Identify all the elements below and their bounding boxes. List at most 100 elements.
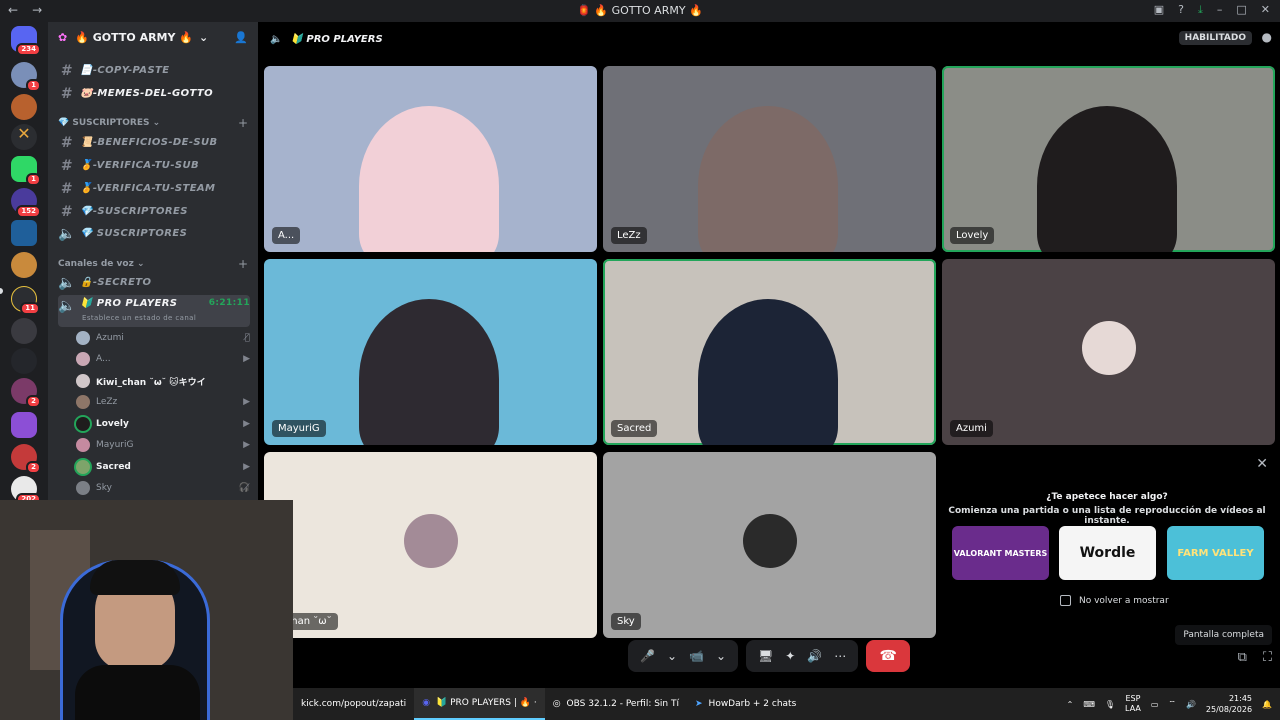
server-icon[interactable]: 1 bbox=[11, 156, 41, 186]
close-icon[interactable]: ✕ bbox=[1261, 3, 1270, 17]
voice-member[interactable]: Sacred ▶ bbox=[76, 457, 250, 477]
microphone-icon[interactable]: 🎤 bbox=[640, 649, 655, 663]
voice-pro-players[interactable]: 🔈 🔰 PRO PLAYERS 6:21:11 Establece un est… bbox=[58, 295, 250, 327]
add-voice-channel-icon[interactable]: + bbox=[238, 257, 248, 271]
keyboard-icon[interactable]: ⌨ bbox=[1083, 700, 1095, 709]
server-icon[interactable]: 202 bbox=[11, 476, 41, 506]
server-icon[interactable] bbox=[11, 348, 37, 374]
server-icon[interactable] bbox=[11, 94, 37, 120]
chevron-down-icon[interactable]: ⌄ bbox=[667, 649, 677, 663]
mic-group: 🎤 ⌄ 📹 ⌄ bbox=[628, 640, 739, 672]
volume-icon[interactable]: 🔊 bbox=[1186, 700, 1196, 709]
camera-icon: ▶ bbox=[243, 462, 250, 472]
add-member-icon[interactable]: 👤 bbox=[234, 31, 248, 44]
voice-member[interactable]: A... ▶ bbox=[76, 349, 250, 369]
chevron-down-icon[interactable]: ⌄ bbox=[716, 649, 726, 663]
server-icon[interactable]: 152 bbox=[11, 188, 41, 218]
server-icon[interactable]: 2 bbox=[11, 444, 41, 474]
server-icon[interactable]: 2 bbox=[11, 378, 41, 408]
participant-name: Lovely bbox=[950, 227, 995, 244]
notification-icon[interactable]: 🔔 bbox=[1262, 700, 1272, 709]
chat-bubble-icon[interactable]: ● bbox=[1262, 30, 1272, 44]
chevron-down-icon: ⌄ bbox=[199, 30, 209, 44]
activity-farm-valley[interactable]: FARM VALLEY bbox=[1167, 526, 1264, 580]
camera-icon[interactable]: 📹 bbox=[689, 649, 704, 663]
checkbox[interactable] bbox=[1060, 595, 1071, 606]
screen-share-icon[interactable]: 🖥 bbox=[758, 649, 773, 663]
network-icon[interactable]: ▭ bbox=[1151, 700, 1159, 709]
avatar bbox=[76, 374, 90, 388]
window-title: 🏮 🔥 GOTTO ARMY 🔥 bbox=[577, 4, 703, 17]
fullscreen-icon[interactable]: ⛶ bbox=[1263, 650, 1272, 665]
voice-secreto[interactable]: 🔈 🔒-SECRETO bbox=[58, 272, 250, 293]
video-tile[interactable]: Sky bbox=[603, 452, 936, 638]
video-tile[interactable]: Sacred bbox=[603, 259, 936, 445]
participant-name: LeZz bbox=[611, 227, 647, 244]
language-indicator[interactable]: ESP LAA bbox=[1125, 694, 1141, 714]
server-icon[interactable]: ✕ bbox=[11, 124, 37, 150]
server-icon[interactable] bbox=[11, 318, 37, 344]
video-tile[interactable]: LeZz bbox=[603, 66, 936, 252]
more-options-icon[interactable]: ⋯ bbox=[834, 649, 846, 663]
help-icon[interactable]: ? bbox=[1178, 3, 1184, 17]
popout-icon[interactable]: ⧉ bbox=[1238, 650, 1247, 665]
voice-member[interactable]: Lovely ▶ bbox=[76, 414, 250, 434]
video-tile[interactable]: i_chan ˘ω˘ bbox=[264, 452, 597, 638]
video-tile[interactable]: Azumi bbox=[942, 259, 1275, 445]
task-chat[interactable]: ➤ HowDarb + 2 chats bbox=[687, 688, 804, 720]
voice-member[interactable]: Azumi 🎙̸ bbox=[76, 328, 250, 348]
voice-member[interactable]: MayuriG ▶ bbox=[76, 435, 250, 455]
channel-status[interactable]: Establece un estado de canal bbox=[82, 314, 196, 322]
video-tile[interactable]: MayuriG bbox=[264, 259, 597, 445]
server-icon[interactable] bbox=[11, 220, 37, 246]
server-header[interactable]: ✿ 🔥 GOTTO ARMY 🔥 ⌄ 👤 bbox=[48, 22, 258, 52]
voice-member[interactable]: Sky 🎧̸ bbox=[76, 478, 250, 498]
video-tile[interactable]: A... bbox=[264, 66, 597, 252]
server-icon[interactable]: 1 bbox=[11, 62, 41, 92]
user-avatar bbox=[404, 514, 458, 568]
voice-member[interactable]: LeZz ▶ bbox=[76, 392, 250, 412]
inbox-icon[interactable]: ▣ bbox=[1154, 3, 1164, 17]
channel-verifica-steam[interactable]: # 🏅-VERIFICA-TU-STEAM bbox=[58, 178, 250, 199]
channel-verifica-sub[interactable]: # 🏅-VERIFICA-TU-SUB bbox=[58, 155, 250, 176]
channel-memes[interactable]: # 🐷-MEMES-DEL-GOTTO bbox=[58, 83, 250, 104]
server-icon[interactable]: 11 bbox=[11, 286, 40, 315]
video-tile[interactable]: Lovely bbox=[942, 66, 1275, 252]
channel-copy-paste[interactable]: # 📄-COPY-PASTE bbox=[58, 60, 250, 81]
close-icon[interactable]: ✕ bbox=[1256, 456, 1268, 472]
avatar bbox=[76, 352, 90, 366]
channel-beneficios[interactable]: # 📜-BENEFICIOS-DE-SUB bbox=[58, 132, 250, 153]
window-controls: ▣ ? ⤓ – □ ✕ bbox=[1154, 3, 1270, 17]
habilitado-badge[interactable]: HABILITADO bbox=[1178, 31, 1252, 45]
download-icon[interactable]: ⤓ bbox=[1198, 3, 1203, 17]
activity-valorant[interactable]: VALORANT MASTERS bbox=[952, 526, 1049, 580]
home-discord-icon[interactable]: 234 bbox=[11, 26, 41, 56]
minimize-icon[interactable]: – bbox=[1217, 3, 1223, 17]
clock[interactable]: 21:45 25/08/2026 bbox=[1206, 693, 1252, 715]
voice-suscriptores[interactable]: 🔈 💎 SUSCRIPTORES bbox=[58, 223, 250, 244]
task-kick[interactable]: kick.com/popout/zapati bbox=[293, 688, 414, 720]
chevron-up-icon[interactable]: ⌃ bbox=[1067, 700, 1074, 709]
taskbar: kick.com/popout/zapati ◉ 🔰 PRO PLAYERS | … bbox=[293, 688, 1280, 720]
speaker-icon: 🔈 bbox=[58, 225, 76, 242]
server-icon[interactable] bbox=[11, 412, 37, 438]
activities-icon[interactable]: ✦ bbox=[785, 649, 795, 663]
deafened-icon: 🎧̸ bbox=[238, 483, 250, 493]
server-icon[interactable] bbox=[11, 252, 37, 278]
disconnect-button[interactable]: ☎ bbox=[866, 640, 911, 672]
category-suscriptores[interactable]: 💎 SUSCRIPTORES ⌄ bbox=[58, 118, 160, 128]
task-obs[interactable]: ◎ OBS 32.1.2 - Perfil: Sin Tí bbox=[545, 688, 687, 720]
activity-wordle[interactable]: Wordle bbox=[1059, 526, 1156, 580]
soundboard-icon[interactable]: 🔊 bbox=[807, 649, 822, 663]
hair bbox=[90, 560, 180, 595]
wifi-icon[interactable]: ⌔ bbox=[1168, 699, 1176, 709]
voice-member[interactable]: Kiwi_chan ˘ω˘ 🐱キウイ bbox=[76, 371, 250, 391]
add-channel-icon[interactable]: + bbox=[238, 116, 248, 130]
category-voz[interactable]: Canales de voz ⌄ bbox=[58, 259, 145, 269]
task-discord[interactable]: ◉ 🔰 PRO PLAYERS | 🔥 · bbox=[414, 688, 545, 720]
mic-tray-icon[interactable]: 🎙 bbox=[1105, 700, 1115, 709]
dont-show-again[interactable]: No volver a mostrar bbox=[1060, 595, 1169, 606]
call-controls: 🎤 ⌄ 📹 ⌄ 🖥 ✦ 🔊 ⋯ ☎ bbox=[628, 640, 911, 672]
maximize-icon[interactable]: □ bbox=[1236, 3, 1246, 17]
channel-suscriptores[interactable]: # 💎-SUSCRIPTORES bbox=[58, 201, 250, 222]
